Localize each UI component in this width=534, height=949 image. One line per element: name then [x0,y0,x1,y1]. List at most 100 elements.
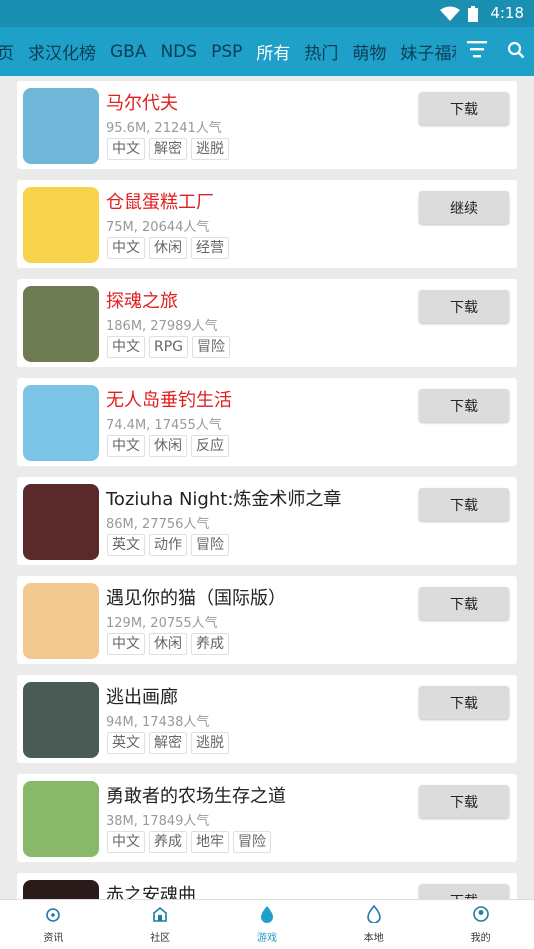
game-tag: 逃脱 [191,732,229,754]
sort-icon[interactable] [467,40,489,64]
game-title[interactable]: 马尔代夫 [106,89,178,115]
local-icon [365,904,383,927]
category-tab[interactable]: 萌物 [345,39,393,64]
profile-icon [472,905,490,927]
game-tag: 养成 [149,831,187,853]
game-thumbnail[interactable] [23,484,99,560]
game-tag: 冒险 [191,534,229,556]
game-title[interactable]: 无人岛垂钓生活 [106,386,232,412]
game-tag: RPG [149,336,189,358]
category-tab[interactable]: 页 [0,39,21,64]
game-meta: 75M, 20644人气 [106,220,210,235]
game-tag: 解密 [149,138,187,160]
game-tags: 英文 解密 逃脱 [107,732,229,754]
game-tag: 中文 [107,831,145,853]
category-tab[interactable]: 求汉化榜 [21,39,103,64]
game-thumbnail[interactable] [23,880,99,899]
game-meta: 86M, 27756人气 [106,517,210,532]
game-meta: 186M, 27989人气 [106,319,218,334]
download-button[interactable]: 下载 [419,488,509,521]
game-tags: 中文 休闲 经营 [107,237,229,259]
game-tag: 中文 [107,237,145,259]
community-icon [151,905,169,927]
game-title[interactable]: 仓鼠蛋糕工厂 [106,188,214,214]
game-meta: 38M, 17849人气 [106,814,210,829]
game-title[interactable]: Toziuha Night:炼金术师之章 [106,485,341,511]
status-time: 4:18 [490,4,524,22]
status-bar: 4:18 [0,0,534,27]
game-tags: 中文 解密 逃脱 [107,138,229,160]
game-title[interactable]: 勇敢者的农场生存之道 [106,782,286,808]
game-tag: 中文 [107,435,145,457]
bottom-nav-label: 我的 [470,933,491,944]
game-tag: 解密 [149,732,187,754]
game-tag: 中文 [107,633,145,655]
game-thumbnail[interactable] [23,583,99,659]
game-tag: 逃脱 [191,138,229,160]
bottom-nav-game[interactable]: 游戏 [214,900,321,949]
download-button[interactable]: 下载 [419,587,509,620]
game-tag: 反应 [191,435,229,457]
game-thumbnail[interactable] [23,385,99,461]
bottom-nav-local[interactable]: 本地 [320,900,427,949]
game-tag: 冒险 [192,336,231,358]
battery-icon [468,6,478,22]
game-title[interactable]: 探魂之旅 [106,287,178,313]
game-tags: 中文 休闲 反应 [107,435,229,457]
game-tag: 英文 [107,732,145,754]
game-tag: 休闲 [149,633,187,655]
game-meta: 95.6M, 21241人气 [106,121,222,136]
bottom-nav-label: 本地 [363,933,384,944]
game-tag: 英文 [107,534,145,556]
game-card[interactable]: 赤之安魂曲 下载 [17,873,517,899]
nav-actions [458,27,534,76]
bottom-nav-community[interactable]: 社区 [107,900,214,949]
game-icon [258,905,276,927]
bottom-nav-label: 社区 [150,933,171,944]
game-card[interactable]: 遇见你的猫（国际版） 129M, 20755人气 中文 休闲 养成 下载 [17,576,517,664]
game-card[interactable]: Toziuha Night:炼金术师之章 86M, 27756人气英文 动作 冒险 下载 [17,477,517,565]
game-title[interactable]: 遇见你的猫（国际版） [106,584,286,610]
category-tab[interactable]: 所有 [249,39,297,64]
category-tab[interactable]: PSP [204,42,249,62]
game-card[interactable]: 仓鼠蛋糕工厂 75M, 20644人气中文 休闲 经营 继续 [17,180,517,268]
download-button[interactable]: 下载 [419,290,509,323]
bottom-nav-profile[interactable]: 我的 [427,900,534,949]
game-tag: 动作 [149,534,187,556]
download-button[interactable]: 下载 [419,92,509,125]
game-thumbnail[interactable] [23,682,99,758]
game-tag: 地牢 [191,831,229,853]
game-tag: 休闲 [149,237,187,259]
game-thumbnail[interactable] [23,187,99,263]
download-button[interactable]: 下载 [419,686,509,719]
game-tag: 休闲 [149,435,187,457]
game-tag: 经营 [191,237,229,259]
bottom-nav-news[interactable]: 资讯 [0,900,107,949]
game-card[interactable]: 逃出画廊 94M, 17438人气 英文 解密 逃脱 下载 [17,675,517,763]
game-card[interactable]: 无人岛垂钓生活 74.4M, 17455人气 中文 休闲 反应 下载 [17,378,517,466]
download-button[interactable]: 下载 [419,884,509,899]
game-card[interactable]: 勇敢者的农场生存之道 38M, 17849人气中文 养成 地牢 冒险 下载 [17,774,517,862]
download-button[interactable]: 下载 [419,389,509,422]
wifi-icon [440,6,460,21]
game-title[interactable]: 赤之安魂曲 [106,881,196,899]
game-title[interactable]: 逃出画廊 [106,683,178,709]
category-tab[interactable]: 妹子福利 [393,39,456,64]
game-thumbnail[interactable] [23,286,99,362]
download-button[interactable]: 下载 [419,785,509,818]
bottom-nav-label: 游戏 [256,933,277,944]
game-thumbnail[interactable] [23,88,99,164]
bottom-nav: 资讯 社区 游戏 本地 我的 [0,899,534,949]
category-tab[interactable]: GBA [103,42,153,62]
game-thumbnail[interactable] [23,781,99,857]
category-nav-bar: 页求汉化榜GBANDSPSP所有热门萌物妹子福利 [0,27,534,76]
game-tags: 中文 休闲 养成 [107,633,229,655]
game-tags: 英文 动作 冒险 [107,534,229,556]
game-tags: 中文 养成 地牢 冒险 [107,831,271,853]
game-card[interactable]: 探魂之旅 186M, 27989人气 中文 RPG 冒险 下载 [17,279,517,367]
search-icon[interactable] [507,41,525,63]
category-tab[interactable]: 热门 [297,39,345,64]
game-card[interactable]: 马尔代夫 95.6M, 21241人气中文 解密 逃脱 下载 [17,81,517,169]
continue-button[interactable]: 继续 [419,191,509,224]
category-tab[interactable]: NDS [153,42,204,62]
